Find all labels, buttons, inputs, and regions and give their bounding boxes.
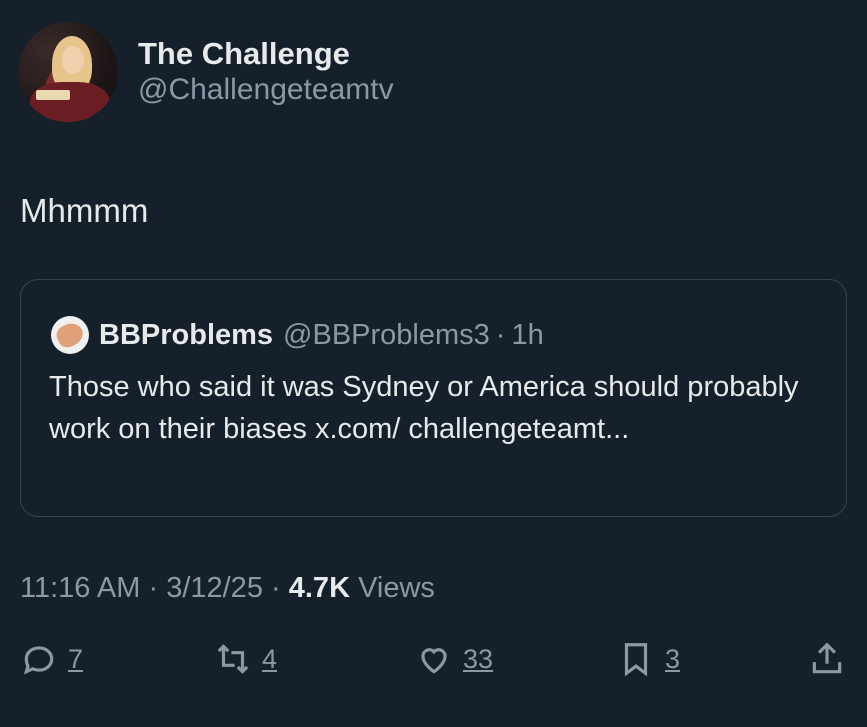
bookmark-count: 3 — [665, 643, 681, 674]
quoted-author-handle: @BBProblems3 — [283, 318, 490, 351]
tweet-date[interactable]: 3/12/25 — [166, 572, 263, 604]
author-handle[interactable]: @Challengeteamtv — [138, 72, 394, 108]
repost-count: 4 — [262, 643, 278, 674]
quoted-tweet-header: BBProblems @BBProblems3 · 1h — [51, 316, 544, 354]
author-display-name[interactable]: The Challenge — [138, 36, 394, 72]
like-button[interactable]: 33 — [415, 640, 493, 678]
meta-separator: · — [271, 572, 281, 604]
tweet-time[interactable]: 11:16 AM — [20, 572, 140, 604]
reply-count: 7 — [68, 643, 84, 674]
views-count: 4.7K — [288, 572, 351, 604]
quoted-author-avatar — [51, 316, 89, 354]
quoted-tweet-text: Those who said it was Sydney or America … — [49, 371, 799, 445]
quoted-timestamp: 1h — [511, 318, 544, 351]
share-button[interactable] — [808, 640, 846, 678]
repost-button[interactable]: 4 — [214, 640, 277, 678]
bookmark-icon — [624, 643, 648, 677]
bookmark-button[interactable]: 3 — [617, 640, 680, 678]
quoted-author-name: BBProblems — [99, 318, 274, 351]
tweet-header: The Challenge @Challengeteamtv — [18, 22, 394, 122]
reply-button[interactable]: 7 — [20, 640, 83, 678]
action-bar: 7 4 33 3 — [0, 640, 867, 690]
meta-separator: · — [148, 572, 159, 604]
share-icon — [812, 642, 842, 674]
heart-icon — [421, 648, 447, 674]
tweet-text: Mhmmm — [20, 192, 149, 229]
author-avatar[interactable] — [18, 22, 118, 122]
like-count: 33 — [463, 643, 494, 674]
views-label: Views — [358, 572, 435, 604]
reply-icon — [23, 646, 54, 675]
author-names: The Challenge @Challengeteamtv — [138, 36, 394, 108]
repost-icon — [217, 644, 249, 674]
quoted-tweet[interactable]: BBProblems @BBProblems3 · 1h Those who s… — [20, 279, 847, 517]
quoted-separator: · — [495, 318, 506, 351]
tweet-meta: 11:16 AM · 3/12/25 · 4.7K Views — [20, 572, 435, 605]
